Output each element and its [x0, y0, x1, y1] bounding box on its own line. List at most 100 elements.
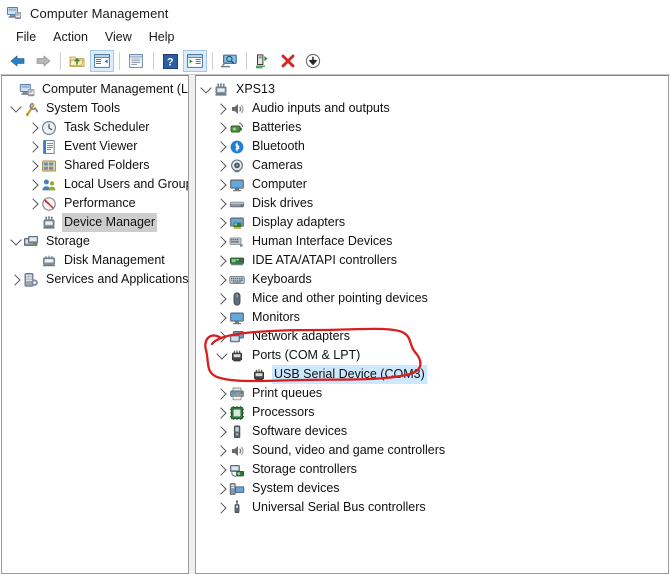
twisty-right-icon[interactable]	[214, 460, 229, 479]
twisty-right-icon[interactable]	[214, 403, 229, 422]
twisty-right-icon[interactable]	[214, 289, 229, 308]
tree-node-shared-folders[interactable]: Shared Folders	[2, 156, 188, 175]
tree-node-services-and-applications[interactable]: Services and Applications	[2, 270, 188, 289]
device-tree-pane[interactable]: XPS13 Audio inputs and outputs Batteries…	[195, 75, 669, 574]
local-users-icon	[41, 177, 57, 193]
tree-node-system-tools[interactable]: System Tools	[2, 99, 188, 118]
show-hide-action-pane-button[interactable]	[183, 50, 207, 72]
disk-management-icon	[41, 253, 57, 269]
display-adapter-icon	[229, 215, 245, 231]
device-node-sound-video-and-game-controllers[interactable]: Sound, video and game controllers	[196, 441, 668, 460]
twisty-right-icon[interactable]	[214, 232, 229, 251]
tree-node-local-users-and-groups[interactable]: Local Users and Groups	[2, 175, 188, 194]
device-node-network-adapters[interactable]: Network adapters	[196, 327, 668, 346]
device-node-xps13[interactable]: XPS13	[196, 80, 668, 99]
twisty-down-icon[interactable]	[8, 99, 23, 118]
device-node-cameras[interactable]: Cameras	[196, 156, 668, 175]
device-node-keyboards[interactable]: Keyboards	[196, 270, 668, 289]
twisty-down-icon[interactable]	[8, 232, 23, 251]
device-node-ports-com-and-lpt[interactable]: Ports (COM & LPT)	[196, 346, 668, 365]
twisty-right-icon[interactable]	[214, 175, 229, 194]
twisty-right-icon[interactable]	[214, 213, 229, 232]
toolbar-separator	[119, 52, 120, 70]
device-node-display-adapters[interactable]: Display adapters	[196, 213, 668, 232]
device-node-usb-serial-device-com3[interactable]: USB Serial Device (COM3)	[196, 365, 668, 384]
device-node-batteries[interactable]: Batteries	[196, 118, 668, 137]
device-node-label: Bluetooth	[252, 139, 305, 153]
twisty-right-icon[interactable]	[214, 251, 229, 270]
device-node-computer[interactable]: Computer	[196, 175, 668, 194]
scan-for-hardware-changes-button[interactable]	[251, 50, 275, 72]
device-node-software-devices[interactable]: Software devices	[196, 422, 668, 441]
device-node-storage-controllers[interactable]: Storage controllers	[196, 460, 668, 479]
toolbar-separator	[153, 52, 154, 70]
twisty-right-icon[interactable]	[26, 175, 41, 194]
tree-node-computer-management[interactable]: Computer Management (Local	[2, 80, 188, 99]
help-button[interactable]: ?	[158, 50, 182, 72]
storage-controller-icon	[229, 462, 245, 478]
menu-file[interactable]: File	[8, 28, 45, 46]
device-node-audio-inputs-and-outputs[interactable]: Audio inputs and outputs	[196, 99, 668, 118]
back-button[interactable]	[6, 50, 30, 72]
storage-icon	[23, 234, 39, 250]
tree-node-label: Storage	[46, 234, 90, 248]
device-node-monitors[interactable]: Monitors	[196, 308, 668, 327]
device-node-processors[interactable]: Processors	[196, 403, 668, 422]
tree-node-label: System Tools	[46, 101, 121, 115]
tree-node-performance[interactable]: Performance	[2, 194, 188, 213]
tree-node-storage[interactable]: Storage	[2, 232, 188, 251]
menu-view[interactable]: View	[97, 28, 141, 46]
twisty-right-icon[interactable]	[214, 194, 229, 213]
show-hide-console-tree-button[interactable]	[90, 50, 114, 72]
device-node-bluetooth[interactable]: Bluetooth	[196, 137, 668, 156]
device-node-mice-and-other-pointing-devices[interactable]: Mice and other pointing devices	[196, 289, 668, 308]
port-icon	[229, 348, 245, 364]
tree-node-disk-management[interactable]: Disk Management	[2, 251, 188, 270]
view-button[interactable]	[217, 50, 241, 72]
twisty-right-icon[interactable]	[214, 479, 229, 498]
toolbar-separator	[60, 52, 61, 70]
twisty-right-icon[interactable]	[26, 137, 41, 156]
twisty-right-icon[interactable]	[26, 194, 41, 213]
speaker-icon	[229, 101, 245, 117]
twisty-right-icon[interactable]	[214, 441, 229, 460]
twisty-right-icon[interactable]	[214, 384, 229, 403]
device-node-disk-drives[interactable]: Disk drives	[196, 194, 668, 213]
twisty-right-icon[interactable]	[214, 118, 229, 137]
uninstall-device-button[interactable]	[276, 50, 300, 72]
device-node-system-devices[interactable]: System devices	[196, 479, 668, 498]
device-node-ide-ata-atapi-controllers[interactable]: IDE ATA/ATAPI controllers	[196, 251, 668, 270]
twisty-right-icon[interactable]	[214, 99, 229, 118]
twisty-right-icon[interactable]	[214, 422, 229, 441]
twisty-right-icon[interactable]	[214, 270, 229, 289]
device-node-print-queues[interactable]: Print queues	[196, 384, 668, 403]
menu-help[interactable]: Help	[141, 28, 184, 46]
twisty-right-icon[interactable]	[214, 137, 229, 156]
twisty-down-icon[interactable]	[214, 346, 229, 365]
tree-node-label: Services and Applications	[46, 272, 189, 286]
twisty-right-icon[interactable]	[26, 156, 41, 175]
forward-button[interactable]	[31, 50, 55, 72]
tree-node-event-viewer[interactable]: Event Viewer	[2, 137, 188, 156]
update-driver-button[interactable]	[301, 50, 325, 72]
tree-node-device-manager[interactable]: Device Manager	[2, 213, 188, 232]
twisty-right-icon[interactable]	[214, 327, 229, 346]
twisty-down-icon[interactable]	[198, 80, 213, 99]
device-node-universal-serial-bus-controllers[interactable]: Universal Serial Bus controllers	[196, 498, 668, 517]
device-node-label: System devices	[252, 481, 340, 495]
twisty-right-icon[interactable]	[214, 156, 229, 175]
device-node-label: Software devices	[252, 424, 348, 438]
console-tree-pane[interactable]: Computer Management (Local System Tools	[1, 75, 189, 574]
tree-node-label: Computer Management (Local	[42, 82, 188, 96]
menu-action[interactable]: Action	[45, 28, 97, 46]
properties-button[interactable]	[124, 50, 148, 72]
twisty-right-icon[interactable]	[8, 270, 23, 289]
tree-node-task-scheduler[interactable]: Task Scheduler	[2, 118, 188, 137]
device-node-human-interface-devices[interactable]: Human Interface Devices	[196, 232, 668, 251]
task-scheduler-icon	[41, 120, 57, 136]
twisty-right-icon[interactable]	[214, 308, 229, 327]
device-node-label: Keyboards	[252, 272, 312, 286]
twisty-right-icon[interactable]	[26, 118, 41, 137]
up-folder-button[interactable]	[65, 50, 89, 72]
twisty-right-icon[interactable]	[214, 498, 229, 517]
